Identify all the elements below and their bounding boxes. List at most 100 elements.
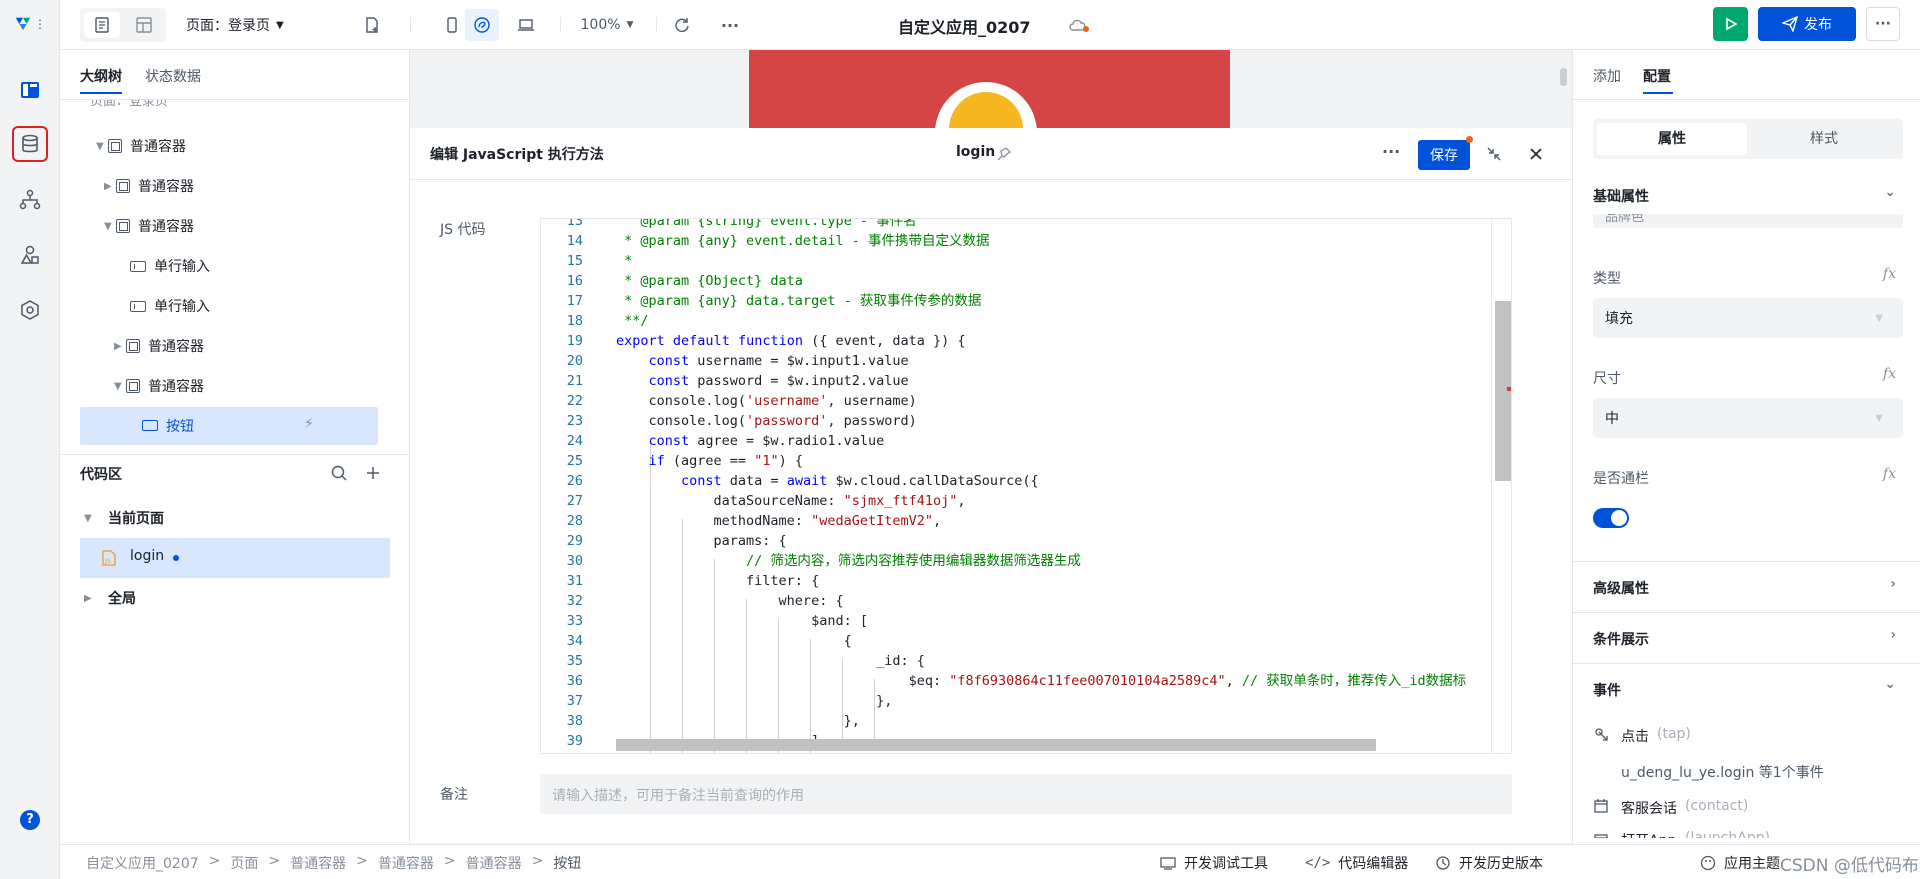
code-editor-button[interactable]: </> 代码编辑器 xyxy=(1305,853,1408,873)
code-line[interactable]: 36 $eq: "f8f6930864c11fee007010104a2589c… xyxy=(541,671,1491,691)
code-line[interactable]: 16 * @param {Object} data xyxy=(541,271,1491,291)
event-click-label[interactable]: 点击 xyxy=(1621,726,1649,746)
chevron-right-icon[interactable]: › xyxy=(1890,627,1896,643)
code-line[interactable]: 21 const password = $w.input2.value xyxy=(541,371,1491,391)
code-line[interactable]: 13 @param {string} event.type - 事件名 xyxy=(541,219,1491,231)
block-toggle[interactable] xyxy=(1593,508,1629,528)
grid-view-button[interactable] xyxy=(126,12,162,38)
pin-icon[interactable] xyxy=(996,146,1012,162)
new-page-button[interactable] xyxy=(356,9,388,41)
chevron-right-icon[interactable]: › xyxy=(1890,576,1896,592)
tree-node[interactable]: ▶ 普通容器 xyxy=(114,326,204,366)
condition-title[interactable]: 条件展示 xyxy=(1593,629,1649,649)
tree-node[interactable]: 单行输入 xyxy=(130,286,210,326)
more-icon[interactable]: ··· xyxy=(1382,142,1400,161)
code-item-login[interactable]: JS login xyxy=(80,538,390,578)
code-line[interactable]: 14 * @param {any} event.detail - 事件携带自定义… xyxy=(541,231,1491,251)
remark-input[interactable]: 请输入描述，可用于备注当前查询的作用 xyxy=(540,774,1512,814)
desktop-preview-button[interactable] xyxy=(510,9,542,41)
collapse-icon[interactable] xyxy=(1486,146,1502,162)
history-button[interactable]: 开发历史版本 xyxy=(1435,853,1543,873)
event-launch-row[interactable]: 打开App (launchApp) xyxy=(1573,828,1920,838)
code-line[interactable]: 18 **/ xyxy=(541,311,1491,331)
code-line[interactable]: 38 }, xyxy=(541,711,1491,731)
event-contact-label[interactable]: 客服会话 xyxy=(1621,798,1677,818)
code-line[interactable]: 19 export default function ({ event, data… xyxy=(541,331,1491,351)
outline-nav-button[interactable] xyxy=(12,72,48,108)
lightning-icon[interactable]: ⚡ xyxy=(304,416,314,432)
chevron-down-icon[interactable]: ⌄ xyxy=(1884,184,1896,200)
save-button[interactable]: 保存 xyxy=(1418,140,1470,170)
code-line[interactable]: 27 dataSourceName: "sjmx_ftf41oj", xyxy=(541,491,1491,511)
code-line[interactable]: 30 // 筛选内容，筛选内容推荐使用编辑器数据筛选器生成 xyxy=(541,551,1491,571)
code-horizontal-scrollbar[interactable] xyxy=(616,739,1376,751)
fx-icon[interactable]: fx xyxy=(1883,466,1896,482)
code-line[interactable]: 34 { xyxy=(541,631,1491,651)
app-theme-button[interactable]: 应用主题 xyxy=(1700,853,1780,873)
tree-node[interactable]: ▶ 普通容器 xyxy=(104,166,194,206)
code-line[interactable]: 15 * xyxy=(541,251,1491,271)
breadcrumb-item[interactable]: 普通容器 xyxy=(466,853,522,873)
fx-icon[interactable]: fx xyxy=(1883,266,1896,282)
add-icon[interactable] xyxy=(364,464,382,482)
global-group[interactable]: ▶ 全局 xyxy=(84,578,136,618)
code-line[interactable]: 24 const agree = $w.radio1.value xyxy=(541,431,1491,451)
code-line[interactable]: 20 const username = $w.input1.value xyxy=(541,351,1491,371)
code-line[interactable]: 33 $and: [ xyxy=(541,611,1491,631)
breadcrumb-item[interactable]: 普通容器 xyxy=(378,853,434,873)
run-button[interactable] xyxy=(1713,7,1748,41)
tree-node[interactable]: ▼ 普通容器 xyxy=(104,206,194,246)
refresh-button[interactable] xyxy=(666,9,698,41)
advanced-properties-title[interactable]: 高级属性 xyxy=(1593,578,1649,598)
code-line[interactable]: 32 where: { xyxy=(541,591,1491,611)
event-click-detail[interactable]: u_deng_lu_ye.login 等1个事件 xyxy=(1621,762,1824,782)
breadcrumb-item[interactable]: 页面 xyxy=(230,853,258,873)
breadcrumb-item[interactable]: 按钮 xyxy=(553,853,581,873)
help-icon[interactable]: ? xyxy=(20,810,40,830)
tree-node-selected[interactable]: 按钮 ⚡ xyxy=(80,407,378,445)
code-line[interactable]: 26 const data = await $w.cloud.callDataS… xyxy=(541,471,1491,491)
code-line[interactable]: 29 params: { xyxy=(541,531,1491,551)
code-line[interactable]: 37 }, xyxy=(541,691,1491,711)
canvas-scrollbar[interactable] xyxy=(1560,68,1567,86)
page-selector[interactable]: 页面：登录页 ▼ xyxy=(186,9,306,41)
miniprogram-preview-button[interactable] xyxy=(465,9,499,41)
current-page-group[interactable]: ▼ 当前页面 xyxy=(84,498,164,538)
settings-nav-button[interactable] xyxy=(12,292,48,328)
code-line[interactable]: 17 * @param {any} data.target - 获取事件传参的数… xyxy=(541,291,1491,311)
more-icon[interactable]: ··· xyxy=(714,9,746,41)
components-nav-button[interactable] xyxy=(12,237,48,273)
basic-properties-title[interactable]: 基础属性 xyxy=(1593,186,1649,206)
mobile-preview-button[interactable] xyxy=(436,9,468,41)
code-vertical-scrollbar[interactable] xyxy=(1495,301,1511,481)
search-icon[interactable] xyxy=(330,464,348,482)
events-title[interactable]: 事件 xyxy=(1593,680,1621,700)
chevron-down-icon[interactable]: ⌄ xyxy=(1884,676,1896,692)
debug-tools-button[interactable]: 开发调试工具 xyxy=(1160,853,1268,873)
tree-node[interactable]: 单行输入 xyxy=(130,246,210,286)
publish-button[interactable]: 发布 xyxy=(1758,7,1856,41)
breadcrumb-item[interactable]: 自定义应用_0207 xyxy=(86,853,199,873)
fx-icon[interactable]: fx xyxy=(1883,366,1896,382)
tab-outline-tree[interactable]: 大纲树 xyxy=(80,66,122,86)
type-select[interactable]: 填充 ▼ xyxy=(1593,298,1903,338)
tab-config[interactable]: 配置 xyxy=(1643,66,1671,86)
clipped-select[interactable]: 品牌色 xyxy=(1593,214,1903,228)
more-menu-button[interactable]: ··· xyxy=(1866,7,1900,41)
document-view-button[interactable] xyxy=(84,12,120,38)
code-line[interactable]: 35 _id: { xyxy=(541,651,1491,671)
code-line[interactable]: 25 if (agree == "1") { xyxy=(541,451,1491,471)
tree-node[interactable]: ▼ 普通容器 xyxy=(96,126,186,166)
workflow-nav-button[interactable] xyxy=(12,182,48,218)
segment-properties[interactable]: 属性 xyxy=(1597,123,1747,155)
segment-style[interactable]: 样式 xyxy=(1749,123,1899,155)
close-icon[interactable] xyxy=(1528,146,1544,162)
code-line[interactable]: 23 console.log('password', password) xyxy=(541,411,1491,431)
tree-node[interactable]: ▼ 普通容器 xyxy=(114,366,204,406)
zoom-selector[interactable]: 100% ▼ xyxy=(572,9,642,41)
code-editor[interactable]: 13 @param {string} event.type - 事件名 14 * … xyxy=(540,218,1512,754)
code-line[interactable]: 22 console.log('username', username) xyxy=(541,391,1491,411)
breadcrumb-item[interactable]: 普通容器 xyxy=(290,853,346,873)
tab-add[interactable]: 添加 xyxy=(1593,66,1621,86)
code-line[interactable]: 28 methodName: "wedaGetItemV2", xyxy=(541,511,1491,531)
